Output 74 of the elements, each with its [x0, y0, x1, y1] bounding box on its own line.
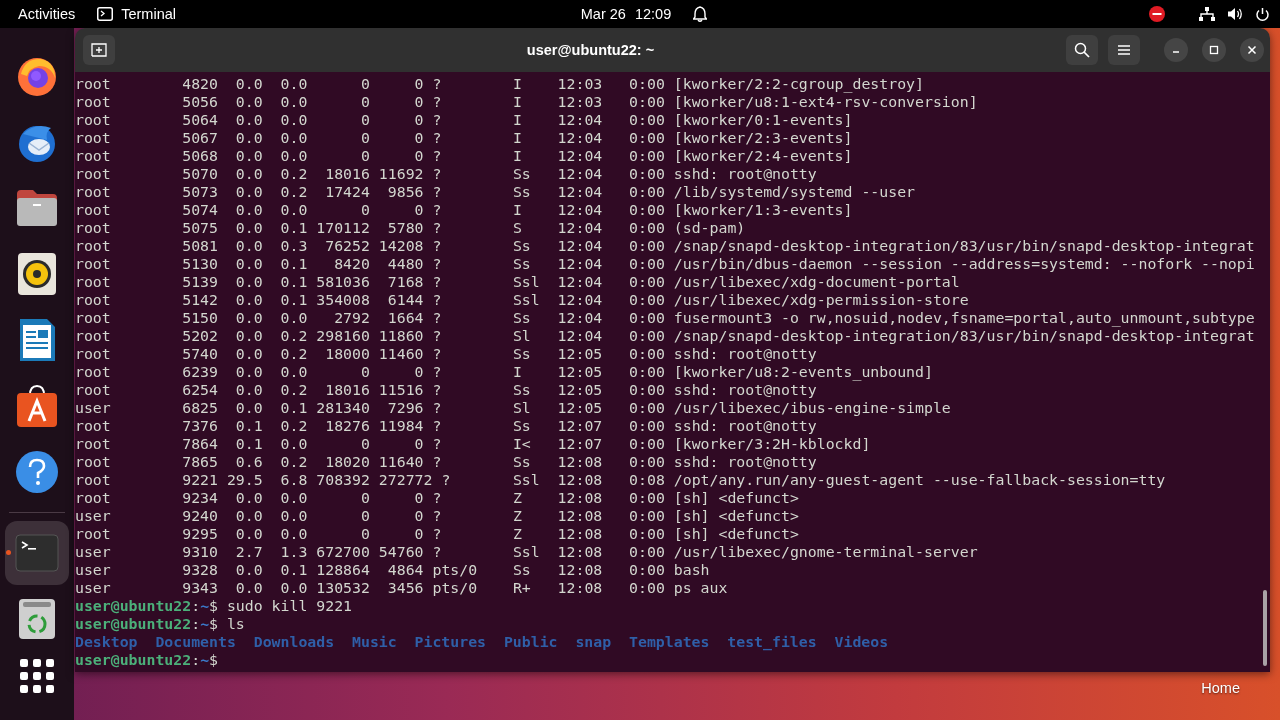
activities-button[interactable]: Activities	[18, 6, 76, 22]
power-icon[interactable]	[1255, 6, 1270, 22]
maximize-button[interactable]	[1202, 38, 1226, 62]
output-line: root 5139 0.0 0.1 581036 7168 ? Ssl 12:04 0:00 /usr/libexec/xdg-document-portal	[75, 273, 960, 291]
speaker-icon	[17, 252, 57, 296]
close-button[interactable]	[1240, 38, 1264, 62]
shopping-bag-icon	[15, 383, 59, 429]
search-button[interactable]	[1066, 35, 1098, 65]
output-line: root 5074 0.0 0.0 0 0 ? I 12:04 0:00 [kworker/1:3-events]	[75, 201, 853, 219]
output-line: root 5202 0.0 0.2 298160 11860 ? Sl 12:04 0:00 /snap/snapd-desktop-integration/83/usr/bin/snapd-desktop-integrat	[75, 327, 1255, 345]
folder-name: snap	[575, 633, 612, 651]
output-line: user 6825 0.0 0.1 281340 7296 ? Sl 12:05 0:00 /usr/libexec/ibus-engine-simple	[75, 399, 951, 417]
output-line: user 9310 2.7 1.3 672700 54760 ? Ssl 12:08 0:00 /usr/libexec/gnome-terminal-server	[75, 543, 978, 561]
command-line: user@ubuntu22:~$	[75, 651, 218, 669]
new-tab-icon	[91, 43, 107, 57]
network-icon[interactable]	[1199, 7, 1215, 21]
document-icon	[17, 317, 57, 363]
output-line: root 9221 29.5 6.8 708392 272772 ? Ssl 12:08 0:08 /opt/any.run/any-guest-agent --use-fallback-session=tty	[75, 471, 1166, 489]
output-line: root 7376 0.1 0.2 18276 11984 ? Ss 12:07 0:00 sshd: root@notty	[75, 417, 817, 435]
menu-button[interactable]	[1108, 35, 1140, 65]
output-line: root 5740 0.0 0.2 18000 11460 ? Ss 12:05 0:00 sshd: root@notty	[75, 345, 817, 363]
grid-icon	[20, 659, 54, 693]
desktop-icon-label[interactable]: Home	[1201, 680, 1240, 696]
window-title: user@ubuntu22: ~	[525, 42, 656, 58]
output-line: root 5064 0.0 0.0 0 0 ? I 12:04 0:00 [kworker/0:1-events]	[75, 111, 853, 129]
folder-name: Documents	[155, 633, 236, 651]
folder-name: test_files	[727, 633, 817, 651]
folder-name: Music	[352, 633, 397, 651]
output-line: root 5070 0.0 0.2 18016 11692 ? Ss 12:04 0:00 sshd: root@notty	[75, 165, 817, 183]
terminal-icon	[97, 7, 114, 21]
trash-icon	[17, 597, 57, 641]
output-line: root 7865 0.6 0.2 18020 11640 ? Ss 12:08 0:00 sshd: root@notty	[75, 453, 817, 471]
scrollbar[interactable]	[1263, 590, 1267, 666]
volume-icon[interactable]	[1227, 7, 1243, 21]
output-line: user 9328 0.0 0.1 128864 4864 pts/0 Ss 12:08 0:00 bash	[75, 561, 710, 579]
command-line: user@ubuntu22:~$ sudo kill 9221	[75, 597, 353, 615]
output-line: root 5056 0.0 0.0 0 0 ? I 12:03 0:00 [kworker/u8:1-ext4-rsv-conversion]	[75, 93, 978, 111]
bell-icon	[693, 6, 708, 22]
output-line: root 5142 0.0 0.1 354008 6144 ? Ssl 12:04 0:00 /usr/libexec/xdg-permission-store	[75, 291, 969, 309]
output-line: root 5081 0.0 0.3 76252 14208 ? Ss 12:04 0:00 /snap/snapd-desktop-integration/83/usr/bin/snapd-desktop-integrat	[75, 237, 1255, 255]
maximize-icon	[1209, 45, 1219, 55]
new-tab-button[interactable]	[83, 35, 115, 65]
stop-icon[interactable]	[1149, 6, 1165, 22]
folder-name: Videos	[834, 633, 889, 651]
output-line: root 7864 0.1 0.0 0 0 ? I< 12:07 0:00 [kworker/3:2H-kblockd]	[75, 435, 871, 453]
search-icon	[1074, 42, 1090, 58]
output-line: user 9343 0.0 0.0 130532 3456 pts/0 R+ 12:08 0:00 ps aux	[75, 579, 728, 597]
app-menu-button[interactable]: Terminal	[121, 6, 176, 22]
close-icon	[1247, 45, 1257, 55]
folder-name: Templates	[629, 633, 710, 651]
terminal-icon	[15, 534, 59, 572]
folder-name: Downloads	[253, 633, 335, 651]
output-line: user 9240 0.0 0.0 0 0 ? Z 12:08 0:00 [sh] <defunct>	[75, 507, 799, 525]
output-line: root 6254 0.0 0.2 18016 11516 ? Ss 12:05 0:00 sshd: root@notty	[75, 381, 817, 399]
folder-icon	[15, 188, 59, 228]
output-line: root 6239 0.0 0.0 0 0 ? I 12:05 0:00 [kworker/u8:2-events_unbound]	[75, 363, 933, 381]
clock-button[interactable]: Mar 26 12:09	[580, 6, 672, 22]
output-line: root 9295 0.0 0.0 0 0 ? Z 12:08 0:00 [sh] <defunct>	[75, 525, 799, 543]
app-grid-button[interactable]	[20, 659, 54, 696]
output-line: root 5130 0.0 0.1 8420 4480 ? Ss 12:04 0:00 /usr/bin/dbus-daemon --session --address=systemd: --nofork --nopi	[75, 255, 1255, 273]
folder-name: Desktop	[75, 633, 138, 651]
output-line: root 5075 0.0 0.1 170112 5780 ? S 12:04 0:00 (sd-pam)	[75, 219, 746, 237]
output-line: root 5068 0.0 0.0 0 0 ? I 12:04 0:00 [kworker/2:4-events]	[75, 147, 853, 165]
help-icon	[15, 450, 59, 494]
output-line: root 5067 0.0 0.0 0 0 ? I 12:04 0:00 [kworker/2:3-events]	[75, 129, 853, 147]
folder-name: Pictures	[414, 633, 487, 651]
command-line: user@ubuntu22:~$ ls	[75, 615, 245, 633]
menu-icon	[1117, 44, 1131, 56]
output-line: root 9234 0.0 0.0 0 0 ? Z 12:08 0:00 [sh] <defunct>	[75, 489, 799, 507]
folder-name: Public	[503, 633, 558, 651]
minimize-button[interactable]	[1164, 38, 1188, 62]
output-line: root 5073 0.0 0.2 17424 9856 ? Ss 12:04 0:00 /lib/systemd/systemd --user	[75, 183, 916, 201]
output-line: root 5150 0.0 0.0 2792 1664 ? Ss 12:04 0:00 fusermount3 -o rw,nosuid,nodev,fsname=portal,auto_unmount,subtype	[75, 309, 1255, 327]
output-line: root 4820 0.0 0.0 0 0 ? I 12:03 0:00 [kworker/2:2-cgroup_destroy]	[75, 75, 924, 93]
